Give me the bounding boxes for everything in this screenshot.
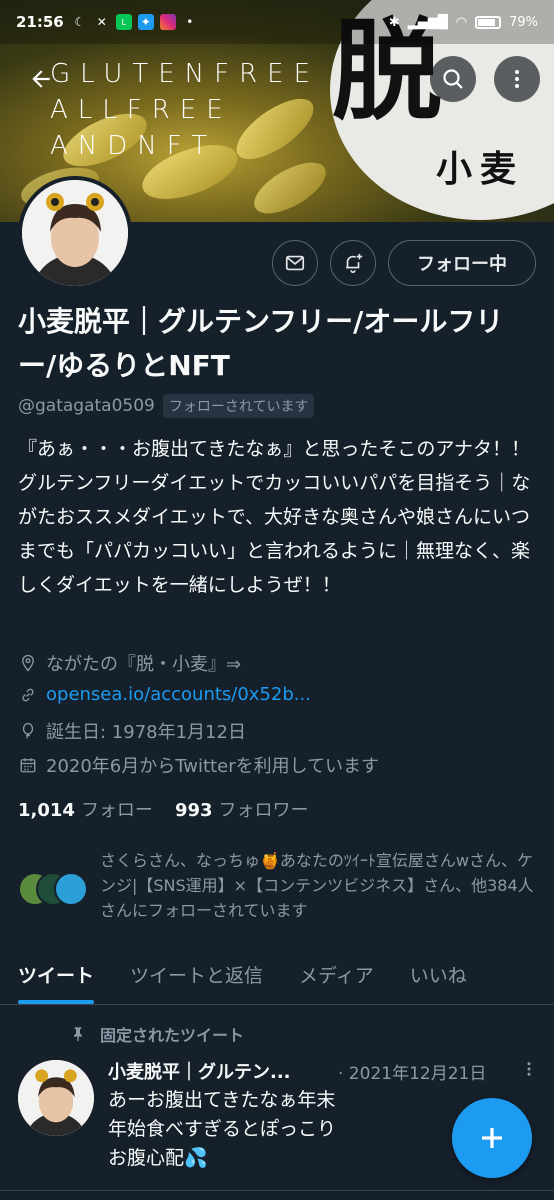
website-row: opensea.io/accounts/0x52b... [18, 684, 538, 705]
link-icon [18, 685, 38, 705]
battery-icon [475, 15, 502, 29]
followed-by-text: さくらさん、なっちゅ🍯あなたのﾂｲｰﾄ宣伝屋さんwさん、ケンジ|【SNS運用】×… [100, 851, 534, 920]
arrow-left-icon [32, 70, 50, 88]
more-vertical-icon [515, 70, 519, 88]
profile-name: 小麦脱平｜グルテンフリー/オールフリー/ゆるりとNFT [18, 305, 504, 382]
tweet-date[interactable]: · 2021年12月21日 [338, 1059, 486, 1084]
followers-label: フォロワー [218, 800, 309, 821]
tweet-header: 小麦脱平｜グルテン... · 2021年12月21日 [108, 1058, 538, 1084]
follows-you-badge: フォローされています [162, 394, 315, 418]
battery-percent: 79% [509, 14, 538, 30]
following-label: フォロー [80, 800, 153, 821]
more-vertical-icon [527, 1061, 531, 1076]
joined-row: 2020年6月からTwitterを利用しています [18, 752, 538, 778]
tab-likes[interactable]: いいね [392, 945, 485, 1004]
profile-actions: フォロー中 [272, 240, 536, 286]
wifi-icon: ◠ [455, 14, 468, 30]
following-link[interactable]: 1,014 フォロー [18, 796, 153, 822]
birthday-row: 誕生日: 1978年1月12日 [18, 718, 538, 744]
profile-tabs: ツイート ツイートと返信 メディア いいね [0, 945, 554, 1005]
followed-by-avatars [18, 872, 90, 912]
banner-text: GLUTENFREE ALLFREE ANDNFT [50, 59, 321, 161]
profile-handle: @gatagata0509 [18, 396, 155, 416]
tweet-avatar[interactable] [18, 1060, 94, 1136]
handle-row: @gatagata0509 フォローされています [18, 394, 315, 418]
following-count: 1,014 [18, 800, 75, 821]
tweet-more-button[interactable] [520, 1060, 538, 1083]
plus-icon [482, 1128, 502, 1148]
tab-media[interactable]: メディア [281, 945, 392, 1004]
tweet-text[interactable]: あーお腹出てきたなぁ年末年始食べすぎるとぽっこりお腹心配💦 [108, 1086, 338, 1173]
bell-plus-icon [346, 253, 363, 273]
pinned-indicator: 固定されたツイート [70, 1022, 244, 1046]
followers-count: 993 [174, 800, 213, 821]
followers-link[interactable]: 993 フォロワー [175, 796, 309, 822]
search-icon [443, 69, 463, 89]
bluetooth-icon: ✱ [388, 14, 400, 30]
profile-bio: 『あぁ・・・お腹出てきたなぁ』と思ったそこのアナタ！！ グルテンフリーダイエット… [18, 438, 531, 596]
follow-counts: 1,014 フォロー 993 フォロワー [18, 796, 309, 822]
twitter-app-icon: ✦ [137, 14, 154, 30]
back-button[interactable] [18, 56, 64, 102]
avatar [54, 872, 88, 906]
mute-icon: ✕ [96, 15, 107, 29]
notify-button[interactable] [330, 240, 376, 286]
moon-icon: ☾ [74, 15, 86, 29]
status-time: 21:56 [16, 13, 64, 31]
compose-tweet-button[interactable] [452, 1098, 532, 1178]
balloon-icon [18, 721, 38, 741]
more-button[interactable] [494, 56, 540, 102]
banner-kanji-sub: 小麦 [436, 149, 525, 190]
profile-avatar[interactable] [18, 176, 132, 290]
location-row: ながたの『脱・小麦』⇒ [18, 650, 538, 676]
birthday-text: 誕生日: 1978年1月12日 [46, 722, 246, 743]
search-button[interactable] [430, 56, 476, 102]
location-pin-icon [18, 653, 38, 673]
status-bar: 21:56 ☾ ✕ L ✦ • ✱ ▂▄▆█ ◠ 79% [0, 0, 554, 44]
website-link[interactable]: opensea.io/accounts/0x52b... [46, 684, 311, 705]
followed-by[interactable]: さくらさん、なっちゅ🍯あなたのﾂｲｰﾄ宣伝屋さんwさん、ケンジ|【SNS運用】×… [18, 848, 538, 923]
mail-icon [285, 255, 305, 271]
pin-icon [74, 1027, 82, 1042]
joined-text: 2020年6月からTwitterを利用しています [46, 756, 380, 777]
signal-icon: ▂▄▆█ [407, 14, 448, 30]
dot-icon: • [186, 15, 194, 29]
line-app-icon: L [115, 14, 132, 30]
instagram-app-icon [159, 14, 176, 30]
tweet-author[interactable]: 小麦脱平｜グルテン... [108, 1058, 328, 1084]
following-button[interactable]: フォロー中 [388, 240, 536, 286]
tab-replies[interactable]: ツイートと返信 [112, 945, 281, 1004]
location-text: ながたの『脱・小麦』⇒ [46, 654, 242, 675]
calendar-icon [18, 755, 38, 775]
next-tweet-divider [0, 1190, 554, 1200]
pinned-label: 固定されたツイート [100, 1026, 245, 1045]
tab-tweets[interactable]: ツイート [0, 945, 112, 1004]
message-button[interactable] [272, 240, 318, 286]
